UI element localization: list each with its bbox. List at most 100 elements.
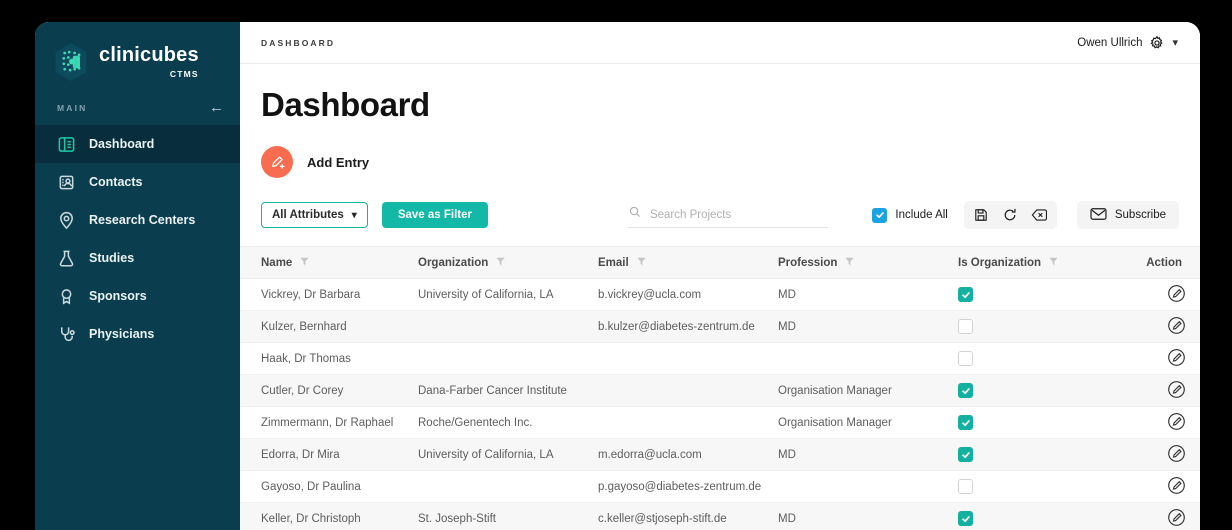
- cell-profession: [778, 342, 958, 375]
- award-ribbon-icon: [57, 287, 76, 306]
- edit-circle-icon[interactable]: [1167, 380, 1186, 402]
- sidebar-item-studies[interactable]: Studies: [35, 239, 240, 277]
- envelope-icon: [1090, 207, 1107, 224]
- cell-name: Edorra, Dr Mira: [240, 438, 418, 471]
- breadcrumb: DASHBOARD: [261, 37, 336, 48]
- edit-circle-icon[interactable]: [1167, 444, 1186, 466]
- filter-icon[interactable]: [1049, 257, 1058, 269]
- contact-card-icon: [57, 173, 76, 192]
- brand-logo[interactable]: clinicubes CTMS: [35, 22, 240, 84]
- add-entry-button[interactable]: Add Entry: [261, 146, 369, 178]
- stethoscope-icon: [57, 325, 76, 344]
- is-organization-checkbox[interactable]: [958, 415, 973, 430]
- column-label: Email: [598, 256, 629, 269]
- column-label: Name: [261, 256, 293, 269]
- brand-name: clinicubes: [99, 44, 199, 66]
- toolbar-icon-group: [963, 201, 1057, 229]
- cell-profession: Organisation Manager: [778, 406, 958, 439]
- cell-organization: [418, 342, 598, 375]
- cell-email: c.keller@stjoseph-stift.de: [598, 502, 778, 530]
- cell-name: Gayoso, Dr Paulina: [240, 470, 418, 503]
- cell-profession: MD: [778, 502, 958, 530]
- toolbar-actions: Include All Subscribe: [872, 201, 1179, 229]
- cell-name: Kulzer, Bernhard: [240, 310, 418, 343]
- dashboard-icon: [57, 135, 76, 154]
- sidebar-section-label: MAIN: [57, 102, 88, 113]
- user-name: Owen Ullrich: [1077, 36, 1143, 49]
- cell-email: p.gayoso@diabetes-zentrum.de: [598, 470, 778, 503]
- map-pin-icon: [57, 211, 76, 230]
- table-row[interactable]: Edorra, Dr Mira University of California,…: [240, 438, 1200, 471]
- subscribe-button[interactable]: Subscribe: [1076, 201, 1179, 229]
- is-organization-checkbox[interactable]: [958, 351, 973, 366]
- sidebar-item-label: Research Centers: [89, 213, 196, 227]
- sidebar-item-dashboard[interactable]: Dashboard: [35, 125, 240, 163]
- table-row[interactable]: Kulzer, Bernhard b.kulzer@diabetes-zentru…: [240, 310, 1200, 343]
- include-all-label: Include All: [895, 209, 948, 221]
- edit-circle-icon[interactable]: [1167, 348, 1186, 370]
- user-menu[interactable]: Owen Ullrich ▾: [1077, 35, 1178, 51]
- table-header: Name Organization Email Profession Is Or…: [240, 246, 1200, 279]
- cell-email: [598, 342, 778, 375]
- filter-toolbar: All Attributes ▾ Save as Filter Include …: [261, 200, 1179, 230]
- save-as-filter-button[interactable]: Save as Filter: [381, 202, 488, 228]
- filter-icon[interactable]: [845, 257, 855, 269]
- is-organization-checkbox[interactable]: [958, 511, 973, 526]
- gear-icon[interactable]: [1149, 35, 1165, 51]
- flask-icon: [57, 249, 76, 268]
- is-organization-checkbox[interactable]: [958, 479, 973, 494]
- table-row[interactable]: Gayoso, Dr Paulina p.gayoso@diabetes-zent…: [240, 470, 1200, 503]
- attributes-select-value: All Attributes: [272, 209, 344, 221]
- include-all-checkbox[interactable]: [872, 207, 888, 223]
- column-header-email[interactable]: Email: [598, 246, 778, 279]
- cell-organization: Dana-Farber Cancer Institute: [418, 374, 598, 407]
- cell-organization: St. Joseph-Stift: [418, 502, 598, 530]
- table-row[interactable]: Vickrey, Dr Barbara University of Califor…: [240, 278, 1200, 311]
- column-header-name[interactable]: Name: [240, 246, 418, 279]
- subscribe-label: Subscribe: [1114, 209, 1166, 221]
- cell-email: [598, 406, 778, 439]
- edit-circle-icon[interactable]: [1167, 284, 1186, 306]
- cell-profession: Organisation Manager: [778, 374, 958, 407]
- cell-organization: University of California, LA: [418, 278, 598, 311]
- sidebar-item-physicians[interactable]: Physicians: [35, 315, 240, 353]
- sidebar-item-label: Physicians: [89, 327, 155, 341]
- column-label: Is Organization: [958, 256, 1042, 269]
- filter-icon[interactable]: [637, 257, 646, 269]
- save-icon[interactable]: [968, 204, 995, 226]
- top-bar: DASHBOARD Owen Ullrich ▾: [240, 22, 1200, 64]
- edit-circle-icon[interactable]: [1167, 316, 1186, 338]
- table-row[interactable]: Keller, Dr Christoph St. Joseph-Stift c.ke…: [240, 502, 1200, 530]
- chevron-down-icon[interactable]: ▾: [1172, 36, 1178, 49]
- clear-filter-icon[interactable]: [1026, 204, 1053, 226]
- filter-icon[interactable]: [496, 257, 505, 269]
- column-header-organization[interactable]: Organization: [418, 246, 598, 279]
- column-header-profession[interactable]: Profession: [778, 246, 958, 279]
- table-row[interactable]: Zimmermann, Dr Raphael Roche/Genentech In…: [240, 406, 1200, 439]
- cell-profession: MD: [778, 278, 958, 311]
- attributes-select[interactable]: All Attributes ▾: [261, 202, 368, 228]
- edit-circle-icon[interactable]: [1167, 476, 1186, 498]
- is-organization-checkbox[interactable]: [958, 319, 973, 334]
- column-header-is-organization[interactable]: Is Organization: [958, 246, 1133, 279]
- search-input[interactable]: [649, 208, 828, 221]
- column-header-action: Action: [1133, 246, 1200, 279]
- contacts-table: Name Organization Email Profession Is Or…: [240, 246, 1200, 530]
- is-organization-checkbox[interactable]: [958, 287, 973, 302]
- sidebar-item-label: Contacts: [89, 175, 143, 189]
- search-projects-field[interactable]: [627, 202, 828, 228]
- filter-icon[interactable]: [300, 257, 309, 269]
- is-organization-checkbox[interactable]: [958, 383, 973, 398]
- refresh-icon[interactable]: [997, 204, 1024, 226]
- table-row[interactable]: Haak, Dr Thomas: [240, 342, 1200, 375]
- edit-circle-icon[interactable]: [1167, 412, 1186, 434]
- cell-profession: MD: [778, 310, 958, 343]
- sidebar-item-contacts[interactable]: Contacts: [35, 163, 240, 201]
- arrow-left-icon[interactable]: ←: [209, 100, 224, 115]
- edit-circle-icon[interactable]: [1167, 508, 1186, 530]
- sidebar-item-research-centers[interactable]: Research Centers: [35, 201, 240, 239]
- is-organization-checkbox[interactable]: [958, 447, 973, 462]
- table-row[interactable]: Cutler, Dr Corey Dana-Farber Cancer Insti…: [240, 374, 1200, 407]
- sidebar-item-sponsors[interactable]: Sponsors: [35, 277, 240, 315]
- table-body: Vickrey, Dr Barbara University of Califor…: [240, 278, 1200, 530]
